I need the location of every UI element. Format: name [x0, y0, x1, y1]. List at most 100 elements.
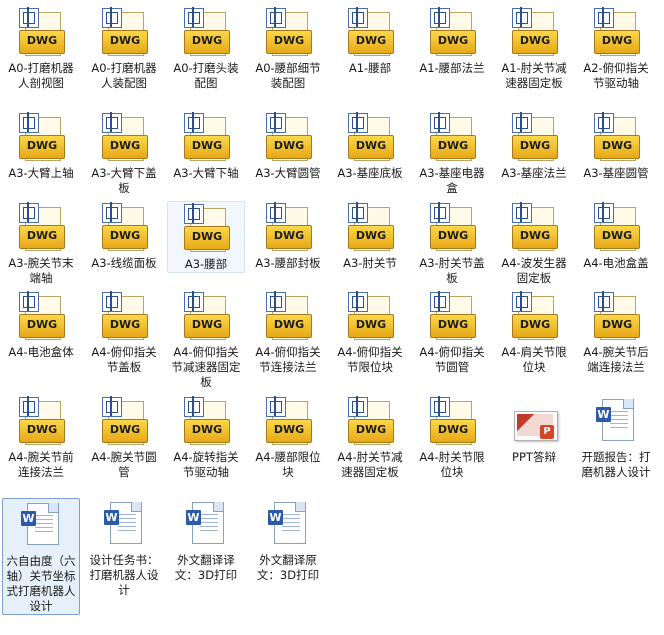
file-item[interactable]: W 设计任务书：打磨机器人设计: [85, 498, 163, 598]
dwg-glyph: DWG: [355, 423, 387, 436]
dwg-file-icon: DWG: [100, 112, 148, 163]
file-item[interactable]: DWG A2-俯仰指关节驱动轴: [577, 6, 655, 91]
file-name: A0-腰部细节装配图: [255, 61, 321, 90]
word-glyph: W: [104, 510, 119, 525]
dwg-glyph: DWG: [437, 318, 469, 331]
file-item[interactable]: DWG A4-腕关节后端连接法兰: [577, 290, 655, 375]
file-item[interactable]: DWG A3-大臂上轴: [2, 111, 80, 181]
dwg-file-icon: DWG: [592, 7, 640, 58]
word-document-icon: W: [100, 500, 148, 550]
file-item[interactable]: DWG A3-腕关节末端轴: [2, 201, 80, 286]
file-name: A1-肘关节减速器固定板: [501, 61, 567, 90]
dwg-glyph: DWG: [601, 229, 633, 242]
dwg-file-icon: DWG: [182, 7, 230, 58]
file-item[interactable]: DWG A4-肘关节限位块: [413, 395, 491, 480]
dwg-glyph: DWG: [437, 139, 469, 152]
file-item[interactable]: DWG A1-腰部法兰: [413, 6, 491, 76]
file-item[interactable]: DWG A3-大臂圆管: [249, 111, 327, 181]
word-document-icon: W: [592, 397, 640, 447]
file-item[interactable]: DWG A4-肘关节减速器固定板: [331, 395, 409, 480]
file-name: A4-肘关节限位块: [419, 450, 485, 479]
dwg-file-icon: DWG: [428, 396, 476, 447]
file-name: A1-腰部法兰: [419, 61, 485, 75]
file-item[interactable]: DWG A3-基座电器盒: [413, 111, 491, 196]
dwg-file-icon: DWG: [428, 112, 476, 163]
file-item[interactable]: DWG A4-旋转指关节驱动轴: [167, 395, 245, 480]
file-item[interactable]: DWG A3-肘关节盖板: [413, 201, 491, 286]
file-name: A4-俯仰指关节盖板: [91, 345, 157, 374]
file-name: A0-打磨头装配图: [173, 61, 239, 90]
dwg-file-icon: DWG: [592, 202, 640, 253]
dwg-glyph: DWG: [601, 139, 633, 152]
dwg-glyph: DWG: [109, 34, 141, 47]
file-name: A4-肩关节限位块: [501, 345, 567, 374]
file-item[interactable]: DWG A0-腰部细节装配图: [249, 6, 327, 91]
file-item[interactable]: DWG A3-基座底板: [331, 111, 409, 181]
file-item[interactable]: DWG A4-腰部限位块: [249, 395, 327, 480]
file-item[interactable]: DWG A1-腰部: [331, 6, 409, 76]
file-name: A0-打磨机器人装配图: [91, 61, 157, 90]
file-item[interactable]: W 六自由度（六轴）关节坐标式打磨机器人设计: [2, 498, 80, 615]
file-item[interactable]: DWG A4-电池盒盖: [577, 201, 655, 271]
dwg-glyph: DWG: [519, 229, 551, 242]
dwg-glyph: DWG: [519, 34, 551, 47]
file-item[interactable]: P PPT答辩: [495, 395, 573, 465]
word-glyph: W: [268, 510, 283, 525]
dwg-file-icon: DWG: [346, 396, 394, 447]
dwg-file-icon: DWG: [346, 7, 394, 58]
file-item[interactable]: DWG A4-俯仰指关节减速器固定板: [167, 290, 245, 390]
file-name: A3-肘关节盖板: [419, 256, 485, 285]
file-item[interactable]: DWG A0-打磨机器人剖视图: [2, 6, 80, 91]
file-item[interactable]: DWG A3-腰部: [167, 201, 245, 273]
file-item[interactable]: DWG A3-大臂下盖板: [85, 111, 163, 196]
dwg-file-icon: DWG: [428, 7, 476, 58]
file-name: 外文翻译原文：3D打印: [256, 553, 320, 582]
file-item[interactable]: DWG A4-俯仰指关节限位块: [331, 290, 409, 375]
file-name: A4-俯仰指关节圆管: [419, 345, 485, 374]
file-item[interactable]: DWG A4-俯仰指关节圆管: [413, 290, 491, 375]
file-item[interactable]: DWG A4-波发生器固定板: [495, 201, 573, 286]
file-name: A3-大臂下轴: [173, 166, 239, 180]
file-item[interactable]: DWG A3-大臂下轴: [167, 111, 245, 181]
file-item[interactable]: W 外文翻译译文：3D打印: [167, 498, 245, 583]
dwg-glyph: DWG: [519, 318, 551, 331]
dwg-file-icon: DWG: [17, 202, 65, 253]
file-item[interactable]: DWG A0-打磨机器人装配图: [85, 6, 163, 91]
word-document-icon: W: [264, 500, 312, 550]
file-item[interactable]: DWG A3-腰部封板: [249, 201, 327, 271]
file-item[interactable]: DWG A4-电池盒体: [2, 290, 80, 360]
dwg-glyph: DWG: [191, 34, 223, 47]
powerpoint-file-icon: P: [510, 397, 558, 447]
file-name: A3-大臂上轴: [8, 166, 74, 180]
file-item[interactable]: DWG A4-腕关节前连接法兰: [2, 395, 80, 480]
dwg-file-icon: DWG: [510, 202, 558, 253]
dwg-glyph: DWG: [191, 318, 223, 331]
dwg-file-icon: DWG: [510, 112, 558, 163]
file-item[interactable]: DWG A4-肩关节限位块: [495, 290, 573, 375]
dwg-glyph: DWG: [601, 34, 633, 47]
file-name: A4-俯仰指关节减速器固定板: [171, 345, 241, 389]
file-name: 外文翻译译文：3D打印: [174, 553, 238, 582]
file-name: A3-基座电器盒: [419, 166, 485, 195]
dwg-file-icon: DWG: [346, 291, 394, 342]
file-item[interactable]: W 外文翻译原文：3D打印: [249, 498, 327, 583]
dwg-file-icon: DWG: [182, 291, 230, 342]
file-item[interactable]: DWG A3-基座法兰: [495, 111, 573, 181]
file-item[interactable]: DWG A3-肘关节: [331, 201, 409, 271]
file-item[interactable]: DWG A4-俯仰指关节连接法兰: [249, 290, 327, 375]
dwg-glyph: DWG: [519, 139, 551, 152]
file-item[interactable]: DWG A3-线缆面板: [85, 201, 163, 271]
dwg-glyph: DWG: [26, 229, 58, 242]
file-item[interactable]: DWG A3-基座圆管: [577, 111, 655, 181]
dwg-glyph: DWG: [109, 318, 141, 331]
dwg-file-icon: DWG: [510, 7, 558, 58]
file-item[interactable]: DWG A4-俯仰指关节盖板: [85, 290, 163, 375]
file-item[interactable]: DWG A4-腕关节圆管: [85, 395, 163, 480]
dwg-glyph: DWG: [191, 139, 223, 152]
file-item[interactable]: W 开题报告：打磨机器人设计: [577, 395, 655, 480]
dwg-file-icon: DWG: [264, 112, 312, 163]
file-item[interactable]: DWG A0-打磨头装配图: [167, 6, 245, 91]
file-name: A4-俯仰指关节限位块: [337, 345, 403, 374]
file-item[interactable]: DWG A1-肘关节减速器固定板: [495, 6, 573, 91]
file-name: A4-波发生器固定板: [501, 256, 567, 285]
